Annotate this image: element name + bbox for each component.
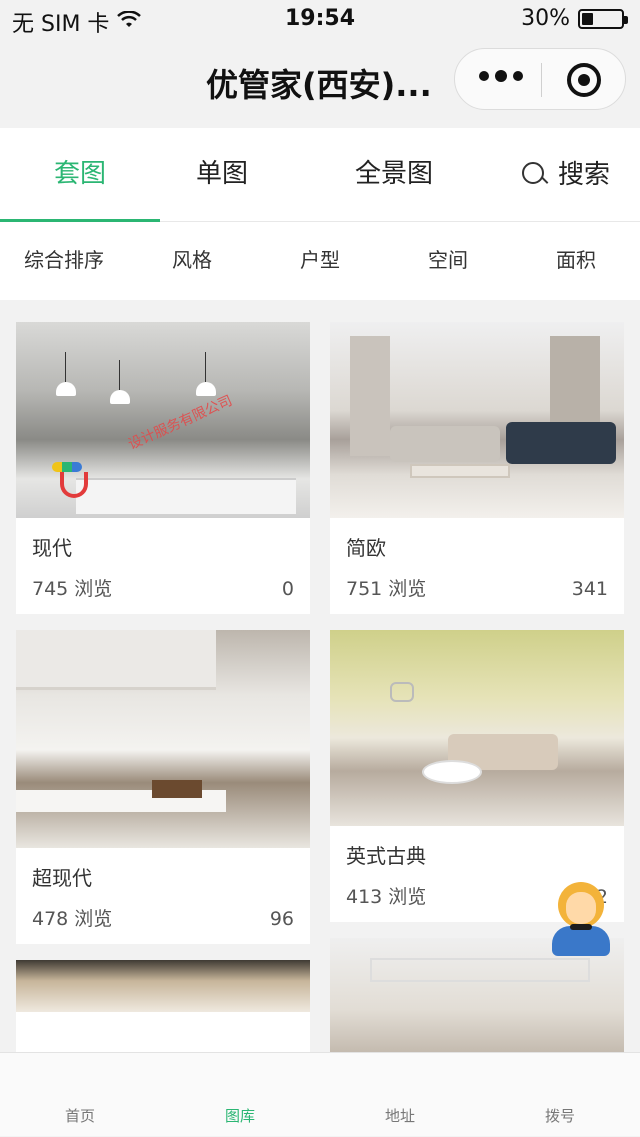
card-views: 478 浏览 (32, 908, 113, 930)
bottom-tab-home[interactable]: 首页 (0, 1053, 160, 1137)
more-icon[interactable] (479, 70, 523, 82)
coffee-table (410, 464, 510, 478)
card-count: 96 (269, 908, 294, 930)
watermark-text: 设计服务有限公司 (125, 392, 235, 453)
bottom-tab-gallery[interactable]: 图库 (160, 1053, 320, 1137)
battery-fill (582, 12, 593, 25)
card-image (16, 630, 310, 848)
card-image: 设计服务有限公司 (16, 322, 310, 518)
card-title: 英式古典 (346, 844, 426, 868)
battery-icon (578, 8, 628, 29)
ceiling-slab (16, 630, 216, 690)
pendant-lamp (56, 352, 76, 396)
card-count: 341 (571, 578, 608, 600)
card-views: 745 浏览 (32, 578, 113, 600)
filter-sort[interactable]: 综合排序 (0, 222, 128, 300)
kitchen-counter (76, 478, 296, 514)
target-icon[interactable] (567, 63, 601, 97)
filter-bar: 综合排序 风格 户型 空间 面积 (0, 222, 640, 300)
curtain (350, 336, 390, 456)
customer-service-icon[interactable] (548, 882, 612, 958)
filter-layout[interactable]: 户型 (256, 222, 384, 300)
gallery-card[interactable]: 设计服务有限公司 现代 745 浏览 0 (16, 322, 310, 614)
capsule-divider (541, 63, 542, 97)
card-image (330, 322, 624, 518)
brand-logo-icon (52, 462, 82, 472)
pendant-lamp (110, 360, 130, 404)
search-icon (521, 162, 548, 188)
battery-percent: 30% (521, 6, 570, 31)
gallery-card[interactable] (16, 960, 310, 1052)
filter-space[interactable]: 空间 (384, 222, 512, 300)
tab-label: 套图 (53, 159, 106, 189)
capsule-menu (454, 48, 626, 110)
bottom-tab-bar: 首页 图库 地址 拨号 (0, 1052, 640, 1136)
gallery-card[interactable]: 简欧 751 浏览 341 (330, 322, 624, 614)
card-title: 超现代 (32, 866, 92, 890)
tab-单图[interactable]: 单图 (142, 128, 302, 222)
tab-label: 单图 (195, 159, 248, 189)
tab-全景图[interactable]: 全景图 (314, 128, 474, 222)
coffee-table (422, 760, 482, 784)
filter-area[interactable]: 面积 (512, 222, 640, 300)
sofa (506, 422, 616, 464)
page-title: 优管家(西安)... (206, 66, 432, 104)
status-right: 30% (521, 6, 628, 31)
nav-bar: 优管家(西安)... (0, 40, 640, 128)
filter-style[interactable]: 风格 (128, 222, 256, 300)
card-title: 现代 (32, 536, 72, 560)
tab-label: 全景图 (354, 159, 433, 189)
coffered-ceiling (370, 958, 590, 982)
card-image (16, 960, 310, 1012)
bottom-tab-dial[interactable]: 拨号 (480, 1053, 640, 1137)
tab-套图[interactable]: 套图 (0, 128, 160, 223)
card-count: 0 (281, 578, 294, 600)
gallery-card[interactable]: 超现代 478 浏览 96 (16, 630, 310, 944)
card-views: 413 浏览 (346, 886, 427, 908)
coffee-table (152, 780, 202, 798)
chandelier (390, 682, 414, 702)
card-title: 简欧 (346, 536, 386, 560)
sofa (390, 426, 500, 462)
pendant-lamp (196, 352, 216, 396)
card-views: 751 浏览 (346, 578, 427, 600)
card-image (330, 630, 624, 826)
status-bar: 无 SIM 卡 19:54 30% (0, 0, 640, 40)
photo-grid: 设计服务有限公司 现代 745 浏览 0 简欧 751 浏览 341 超现代 4… (0, 300, 640, 1052)
gallery-card[interactable]: 英式古典 413 浏览 2 (330, 630, 624, 922)
bottom-tab-address[interactable]: 地址 (320, 1053, 480, 1137)
tab-label: 搜索 (557, 160, 610, 190)
tab-search[interactable]: 搜索 (486, 128, 640, 222)
gallery-tabs: 套图 单图 全景图 搜索 (0, 128, 640, 223)
